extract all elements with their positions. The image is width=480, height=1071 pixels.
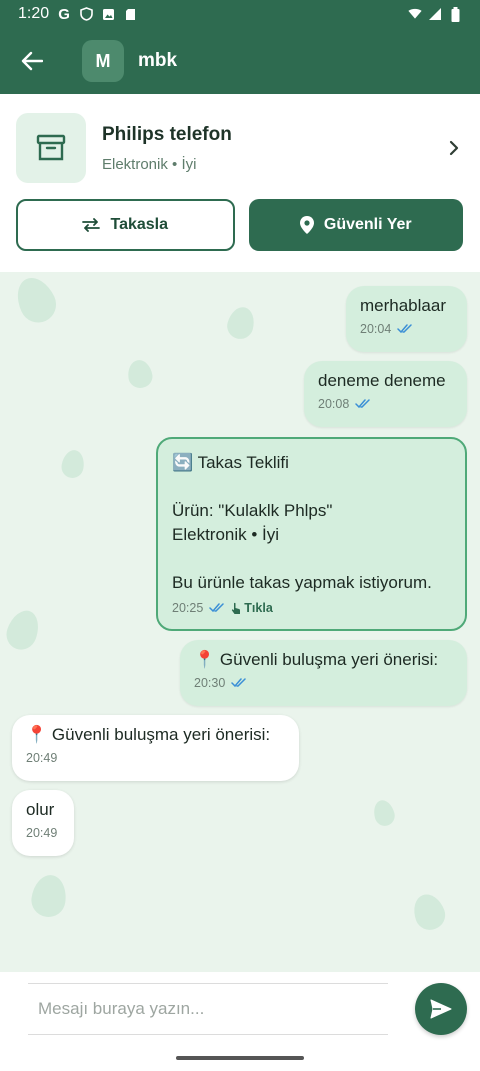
product-card[interactable]: Philips telefon Elektronik • İyi bbox=[16, 112, 466, 184]
signal-icon bbox=[428, 7, 442, 21]
message-time: 20:49 bbox=[26, 751, 58, 765]
message-time: 20:49 bbox=[26, 826, 58, 840]
home-indicator[interactable] bbox=[176, 1056, 304, 1060]
message-time: 20:04 bbox=[360, 322, 392, 336]
product-panel: Philips telefon Elektronik • İyi Takasla… bbox=[0, 94, 480, 272]
chat-area[interactable]: merhablaar 20:04 deneme deneme 20:08 🔄 T… bbox=[0, 272, 480, 972]
offer-detail-line: Elektronik • İyi bbox=[172, 525, 280, 544]
message-bubble[interactable]: 📍 Güvenli buluşma yeri önerisi: 20:30 bbox=[180, 640, 467, 706]
tap-hand-icon bbox=[232, 602, 241, 614]
send-icon bbox=[430, 999, 452, 1019]
archive-box-icon bbox=[36, 134, 66, 161]
status-time: 1:20 bbox=[18, 5, 50, 22]
double-check-icon bbox=[231, 678, 247, 688]
offer-product-line: Ürün: "Kulaklk Phlps" bbox=[172, 501, 333, 520]
offer-body: Bu ürünle takas yapmak istiyorum. bbox=[172, 573, 432, 592]
message-input[interactable] bbox=[38, 999, 388, 1019]
arrow-left-icon bbox=[21, 51, 43, 71]
back-button[interactable] bbox=[12, 41, 52, 81]
leaf-decoration bbox=[125, 358, 155, 390]
double-check-icon bbox=[209, 603, 225, 613]
product-thumbnail bbox=[16, 113, 86, 183]
double-check-icon bbox=[355, 399, 371, 409]
safe-place-button[interactable]: Güvenli Yer bbox=[248, 199, 463, 251]
avatar[interactable]: M bbox=[82, 40, 124, 82]
message-bubble[interactable]: 📍 Güvenli buluşma yeri önerisi: 20:49 bbox=[12, 715, 299, 781]
leaf-decoration bbox=[408, 889, 450, 935]
safe-place-button-label: Güvenli Yer bbox=[323, 216, 412, 233]
leaf-decoration bbox=[2, 606, 44, 654]
message-text: 📍 Güvenli buluşma yeri önerisi: bbox=[26, 725, 271, 744]
leaf-decoration bbox=[224, 304, 258, 342]
offer-tap-label: Tıkla bbox=[244, 601, 273, 615]
contact-name[interactable]: mbk bbox=[138, 50, 177, 72]
message-time: 20:30 bbox=[194, 676, 226, 690]
google-icon: G bbox=[58, 5, 70, 23]
product-subtitle: Elektronik • İyi bbox=[102, 155, 197, 173]
swap-button-label: Takasla bbox=[110, 216, 169, 233]
wifi-icon bbox=[408, 7, 422, 21]
message-text: 📍 Güvenli buluşma yeri önerisi: bbox=[194, 650, 439, 669]
chevron-right-icon bbox=[449, 140, 459, 156]
product-title: Philips telefon bbox=[102, 123, 232, 145]
location-pin-icon bbox=[299, 216, 314, 234]
leaf-decoration bbox=[370, 797, 398, 829]
message-composer bbox=[0, 972, 480, 1071]
swap-offer-card[interactable]: 🔄 Takas Teklifi Ürün: "Kulaklk Phlps" El… bbox=[156, 437, 467, 631]
message-text: deneme deneme bbox=[318, 371, 446, 390]
offer-title: 🔄 Takas Teklifi bbox=[172, 453, 289, 472]
swap-arrows-icon bbox=[82, 218, 101, 232]
message-bubble[interactable]: merhablaar 20:04 bbox=[346, 286, 467, 352]
message-text: olur bbox=[26, 800, 55, 819]
message-input-container[interactable] bbox=[28, 983, 388, 1035]
leaf-decoration bbox=[9, 272, 63, 329]
send-button[interactable] bbox=[415, 983, 467, 1035]
image-icon bbox=[101, 7, 115, 21]
leaf-decoration bbox=[59, 448, 87, 480]
shield-icon bbox=[79, 7, 93, 21]
message-text: merhablaar bbox=[360, 296, 446, 315]
message-bubble[interactable]: deneme deneme 20:08 bbox=[304, 361, 467, 427]
swap-button[interactable]: Takasla bbox=[16, 199, 235, 251]
message-bubble[interactable]: olur 20:49 bbox=[12, 790, 74, 856]
status-bar: 1:20 G bbox=[0, 0, 480, 28]
battery-icon bbox=[448, 6, 462, 22]
offer-tap-action[interactable]: Tıkla bbox=[231, 601, 273, 615]
app-bar: M mbk bbox=[0, 28, 480, 94]
message-time: 20:08 bbox=[318, 397, 350, 411]
sd-card-icon bbox=[123, 7, 137, 21]
message-time: 20:25 bbox=[172, 601, 204, 615]
double-check-icon bbox=[397, 324, 413, 334]
leaf-decoration bbox=[29, 872, 69, 920]
